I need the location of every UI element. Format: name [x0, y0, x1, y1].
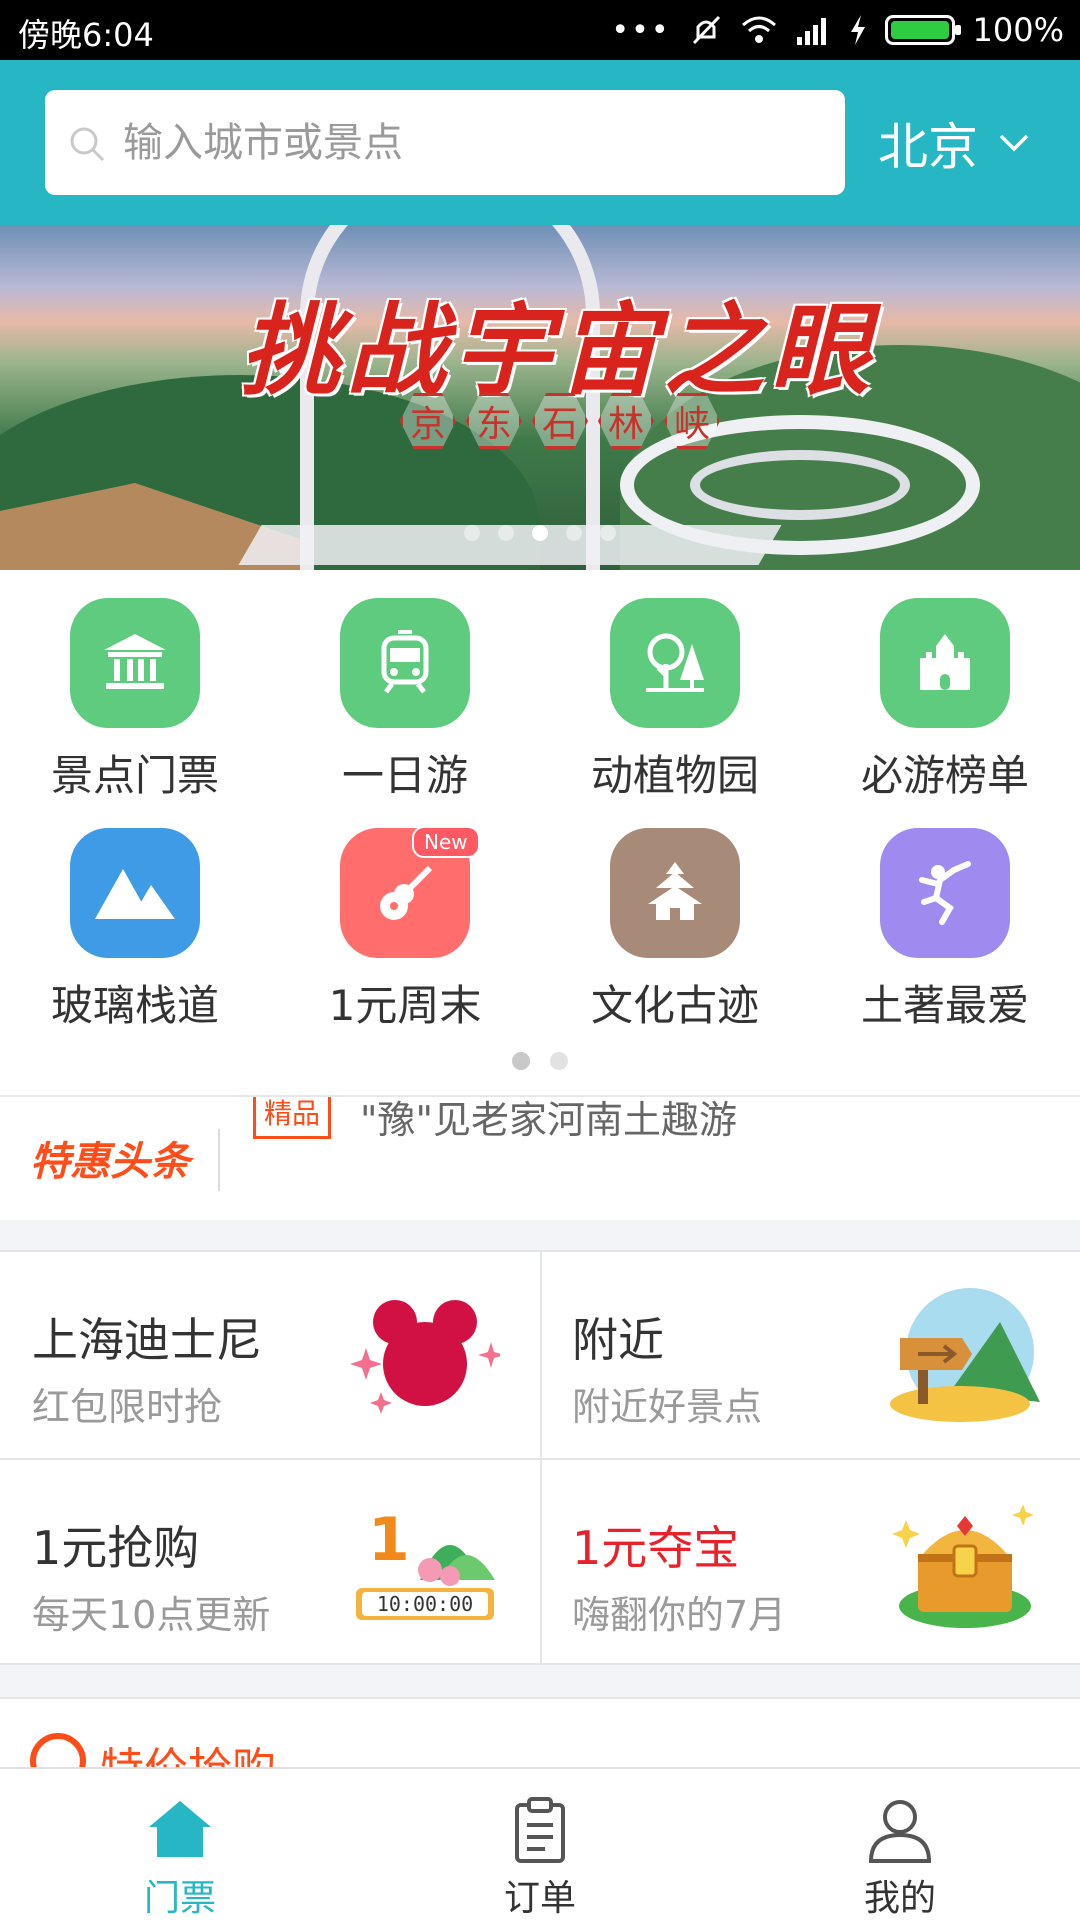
headline-brand: 特惠头条: [30, 1139, 190, 1185]
banner-dot-active: [532, 525, 548, 541]
category-grid: 景点门票 一日游 动植物园 必游榜单 玻璃栈道 New 1元周末 文化古迹 土著…: [0, 570, 1080, 1095]
banner-subtitle-char: 林: [598, 393, 654, 449]
promo-subtitle: 每天10点更新: [32, 1593, 271, 1637]
castle-icon: [880, 598, 1010, 728]
deals-headline-bar[interactable]: 特惠头条 精品 "豫"见老家河南土趣游: [0, 1095, 1080, 1220]
battery-percent: 100%: [972, 11, 1064, 49]
headline-text[interactable]: "豫"见老家河南土趣游: [360, 1097, 737, 1144]
banner-subtitle-char: 石: [532, 393, 588, 449]
timer-text: 10:00:00: [377, 1592, 473, 1616]
banner-dot: [464, 525, 480, 541]
promo-subtitle: 嗨翻你的7月: [572, 1593, 787, 1637]
promo-divider-horizontal: [0, 1458, 1080, 1460]
category-glass-walkway[interactable]: 玻璃栈道: [0, 800, 270, 1030]
nav-tickets[interactable]: 门票: [0, 1769, 360, 1920]
promo-title: 1元抢购: [32, 1521, 200, 1575]
promo-title: 1元夺宝: [572, 1521, 740, 1575]
home-icon: [149, 1801, 211, 1857]
promo-disney[interactable]: 上海迪士尼 红包限时抢: [0, 1252, 540, 1458]
promo-title: 附近: [572, 1313, 664, 1367]
category-dot: [550, 1052, 568, 1070]
category-day-tour[interactable]: 一日游: [270, 570, 540, 800]
bus-icon: [340, 598, 470, 728]
category-dot-active: [512, 1052, 530, 1070]
headline-divider: [218, 1129, 220, 1191]
mountain-icon: [70, 828, 200, 958]
category-pager: [0, 1052, 1080, 1070]
promo-subtitle: 红包限时抢: [32, 1385, 223, 1429]
new-badge: New: [412, 826, 480, 858]
status-bar: 傍晚6:04 ••• 100%: [0, 0, 1080, 60]
promo-banner[interactable]: 挑战宇宙之眼 京 东 石 林 峡: [0, 225, 1080, 570]
category-one-yuan-weekend[interactable]: New 1元周末: [270, 800, 540, 1030]
clipboard-icon: [515, 1797, 565, 1863]
category-zoo-garden[interactable]: 动植物园: [540, 570, 810, 800]
category-label: 玻璃栈道: [50, 981, 219, 1030]
promo-one-yuan-treasure[interactable]: 1元夺宝 嗨翻你的7月: [540, 1460, 1080, 1666]
banner-pager: [0, 525, 1080, 541]
category-label: 一日游: [341, 751, 468, 800]
header: 北京: [0, 60, 1080, 225]
charging-icon: [850, 15, 865, 45]
nav-label: 订单: [503, 1878, 576, 1919]
search-icon: [70, 127, 105, 162]
section-title: 特价抢购: [100, 1733, 276, 1767]
category-heritage[interactable]: 文化古迹: [540, 800, 810, 1030]
city-label: 北京: [878, 117, 978, 176]
promo-title: 上海迪士尼: [32, 1313, 262, 1367]
tree-icon: [610, 598, 740, 728]
headline-tag: 精品: [253, 1097, 332, 1139]
battery-icon: [884, 15, 961, 45]
banner-dot: [566, 525, 582, 541]
more-dots-icon: •••: [611, 12, 671, 48]
category-local-favorite[interactable]: 土著最爱: [810, 800, 1080, 1030]
banner-subtitle: 京 东 石 林 峡: [400, 393, 720, 449]
promo-subtitle: 附近好景点: [572, 1385, 763, 1429]
search-box[interactable]: [45, 90, 845, 195]
pagoda-icon: [610, 828, 740, 958]
status-time: 傍晚6:04: [18, 16, 154, 54]
nav-label: 我的: [863, 1878, 936, 1919]
mute-icon: [692, 15, 720, 45]
status-indicators: ••• 100%: [611, 8, 1064, 52]
banner-subtitle-char: 东: [466, 393, 522, 449]
nav-orders[interactable]: 订单: [360, 1769, 720, 1920]
banner-dot: [498, 525, 514, 541]
banner-subtitle-char: 京: [400, 393, 456, 449]
nav-profile[interactable]: 我的: [720, 1769, 1080, 1920]
city-selector[interactable]: 北京: [878, 90, 1030, 195]
bottom-nav: 门票 订单 我的: [0, 1767, 1080, 1920]
user-icon: [868, 1800, 932, 1863]
treasure-chest-icon: [892, 1504, 1034, 1628]
banner-dot: [600, 525, 616, 541]
category-top-list[interactable]: 必游榜单: [810, 570, 1080, 800]
category-tickets[interactable]: 景点门票: [0, 570, 270, 800]
category-label: 景点门票: [50, 751, 219, 800]
category-label: 1元周末: [328, 981, 482, 1030]
mickey-icon: [350, 1300, 500, 1414]
category-label: 动植物园: [590, 751, 759, 800]
timer-icon: 1 10:00:00: [356, 1505, 495, 1620]
wifi-icon: [741, 16, 776, 43]
category-label: 必游榜单: [860, 751, 1029, 800]
alarm-clock-icon: [30, 1733, 86, 1767]
nav-label: 门票: [143, 1878, 216, 1919]
promo-cards: 上海迪士尼 红包限时抢 附近 附近好景点 1元抢购 每天10点更新 1 10:0…: [0, 1250, 1080, 1665]
search-input[interactable]: [123, 90, 823, 195]
temple-icon: [70, 598, 200, 728]
banner-subtitle-char: 峡: [664, 393, 720, 449]
flash-sale-section: 特价抢购: [0, 1697, 1080, 1767]
svg-text:1: 1: [368, 1505, 410, 1575]
category-label: 文化古迹: [590, 981, 759, 1030]
signpost-icon: [890, 1288, 1040, 1422]
promo-one-yuan-flash[interactable]: 1元抢购 每天10点更新 1 10:00:00: [0, 1460, 540, 1666]
chevron-down-icon: [999, 134, 1029, 151]
promo-nearby[interactable]: 附近 附近好景点: [540, 1252, 1080, 1458]
dancer-icon: [880, 828, 1010, 958]
cell-signal-icon: [796, 18, 826, 45]
category-label: 土著最爱: [860, 981, 1029, 1030]
